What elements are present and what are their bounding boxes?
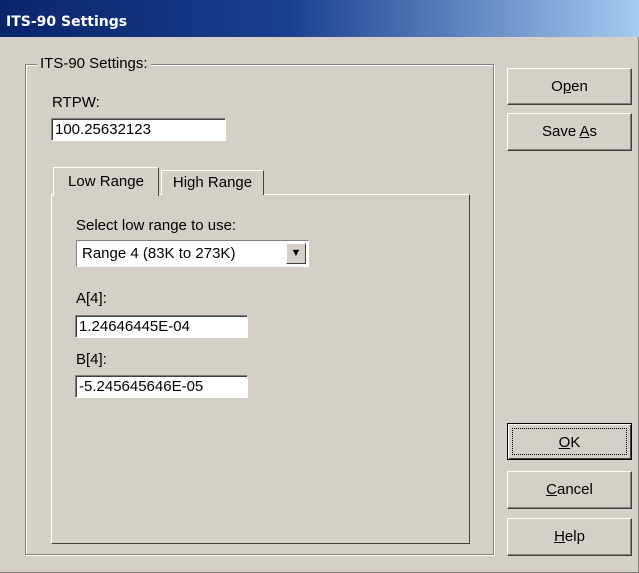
- group-label: ITS-90 Settings:: [37, 55, 151, 72]
- open-accesskey: p: [562, 78, 572, 95]
- b-coefficient-input[interactable]: -5.245645646E-05: [75, 375, 248, 398]
- low-range-select-value: Range 4 (83K to 273K): [82, 245, 236, 262]
- window-title: ITS-90 Settings: [6, 14, 128, 30]
- cancel-label-post: ancel: [556, 481, 593, 498]
- ok-accesskey: O: [558, 434, 571, 451]
- dropdown-arrow-icon[interactable]: ▼: [286, 243, 306, 264]
- select-range-label: Select low range to use:: [76, 217, 237, 234]
- title-bar[interactable]: ITS-90 Settings: [0, 0, 639, 37]
- open-label-post: en: [571, 78, 588, 95]
- a-coefficient-label: A[4]:: [76, 290, 107, 307]
- help-label-post: elp: [564, 528, 585, 545]
- b-coefficient-label: B[4]:: [76, 351, 107, 368]
- help-accesskey: H: [554, 528, 565, 545]
- save-as-label-post: s: [589, 123, 598, 140]
- tab-low-range[interactable]: Low Range: [53, 167, 159, 196]
- cancel-button[interactable]: Cancel: [507, 471, 632, 509]
- tab-high-range[interactable]: High Range: [161, 170, 264, 195]
- save-as-label-pre: Save: [541, 123, 580, 140]
- help-button[interactable]: Help: [507, 518, 632, 556]
- open-label-pre: O: [551, 78, 563, 95]
- ok-focus-rect: OK: [512, 428, 627, 455]
- a-coefficient-input[interactable]: 1.24646445E-04: [75, 315, 248, 338]
- cancel-accesskey: C: [546, 481, 557, 498]
- low-range-select[interactable]: Range 4 (83K to 273K) ▼: [76, 240, 309, 267]
- open-button[interactable]: Open: [507, 68, 632, 105]
- rtpw-input[interactable]: 100.25632123: [51, 118, 226, 141]
- ok-label-post: K: [570, 434, 581, 451]
- save-as-button[interactable]: Save As: [507, 113, 632, 151]
- rtpw-label: RTPW:: [52, 94, 100, 111]
- ok-button[interactable]: OK: [507, 423, 632, 460]
- its90-settings-dialog: ITS-90 Settings ITS-90 Settings: RTPW: 1…: [0, 0, 639, 573]
- save-as-accesskey: A: [579, 123, 590, 140]
